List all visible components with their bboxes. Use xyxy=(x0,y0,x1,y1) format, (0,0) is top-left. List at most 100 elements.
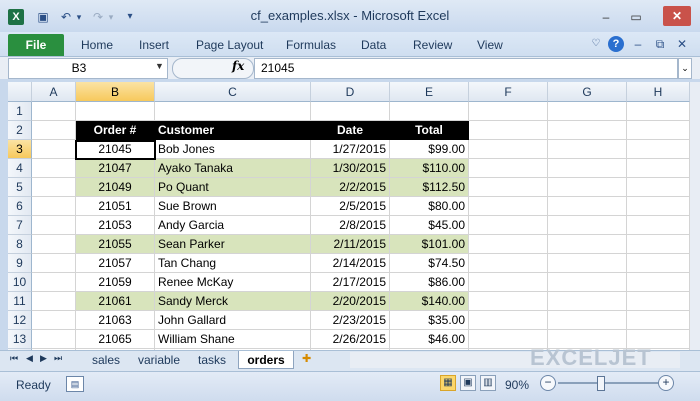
column-header-g[interactable]: G xyxy=(548,82,627,102)
vertical-scrollbar[interactable] xyxy=(690,82,700,350)
table-cell-date[interactable]: 2/5/2015 xyxy=(311,197,390,216)
table-cell-date[interactable]: 2/23/2015 xyxy=(311,311,390,330)
zoom-out-button[interactable]: − xyxy=(540,375,556,391)
column-header-b[interactable]: B xyxy=(76,82,155,102)
grid-cell[interactable] xyxy=(548,121,627,140)
grid-cell[interactable] xyxy=(627,235,690,254)
table-cell-date[interactable]: 2/20/2015 xyxy=(311,292,390,311)
table-cell-total[interactable]: $99.00 xyxy=(390,140,469,159)
grid-cell[interactable] xyxy=(548,159,627,178)
tab-file[interactable]: File xyxy=(8,34,64,56)
row-header-8[interactable]: 8 xyxy=(8,235,32,254)
grid-cell[interactable] xyxy=(311,102,390,121)
table-header-cell[interactable]: Date xyxy=(311,121,390,140)
grid-cell[interactable] xyxy=(32,254,76,273)
workbook-minimize-icon[interactable]: – xyxy=(630,36,646,52)
table-cell-total[interactable]: $35.00 xyxy=(390,311,469,330)
grid-cell[interactable] xyxy=(76,102,155,121)
table-header-cell[interactable]: Customer xyxy=(155,121,311,140)
table-cell-order[interactable]: 21049 xyxy=(76,178,155,197)
worksheet-grid[interactable]: A B C D E F G H 1234567891011121314 Orde… xyxy=(8,82,690,350)
table-cell-total[interactable]: $140.00 xyxy=(390,292,469,311)
grid-cell[interactable] xyxy=(627,197,690,216)
row-header-2[interactable]: 2 xyxy=(8,121,32,140)
table-cell-total[interactable]: $74.50 xyxy=(390,254,469,273)
table-cell-customer[interactable]: Sean Parker xyxy=(155,235,311,254)
table-cell-customer[interactable]: Tan Chang xyxy=(155,254,311,273)
grid-cell[interactable] xyxy=(469,273,548,292)
column-header-e[interactable]: E xyxy=(390,82,469,102)
grid-cell[interactable] xyxy=(32,216,76,235)
table-cell-total[interactable]: $110.00 xyxy=(390,159,469,178)
grid-cell[interactable] xyxy=(627,121,690,140)
sheet-tab-orders[interactable]: orders xyxy=(238,351,294,369)
grid-cell[interactable] xyxy=(627,311,690,330)
row-header-13[interactable]: 13 xyxy=(8,330,32,349)
last-sheet-icon[interactable]: ⏭ xyxy=(54,353,62,364)
table-cell-date[interactable]: 2/2/2015 xyxy=(311,178,390,197)
grid-cell[interactable] xyxy=(627,102,690,121)
row-header-6[interactable]: 6 xyxy=(8,197,32,216)
grid-cell[interactable] xyxy=(469,311,548,330)
zoom-level[interactable]: 90% xyxy=(505,378,529,392)
table-cell-order[interactable]: 21051 xyxy=(76,197,155,216)
zoom-slider-track[interactable] xyxy=(558,382,658,384)
insert-function-icon[interactable]: fx xyxy=(232,59,244,73)
grid-cell[interactable] xyxy=(32,140,76,159)
grid-cell[interactable] xyxy=(469,159,548,178)
grid-cell[interactable] xyxy=(469,178,548,197)
help-icon[interactable]: ? xyxy=(608,36,624,52)
grid-cell[interactable] xyxy=(390,102,469,121)
table-cell-customer[interactable]: Sue Brown xyxy=(155,197,311,216)
tab-formulas[interactable]: Formulas xyxy=(286,37,336,53)
column-header-a[interactable]: A xyxy=(32,82,76,102)
sheet-tab-sales[interactable]: sales xyxy=(84,351,128,369)
first-sheet-icon[interactable]: ⏮ xyxy=(10,353,18,364)
table-cell-order[interactable]: 21063 xyxy=(76,311,155,330)
row-header-11[interactable]: 11 xyxy=(8,292,32,311)
table-cell-total[interactable]: $112.50 xyxy=(390,178,469,197)
grid-cell[interactable] xyxy=(469,216,548,235)
macro-record-icon[interactable]: ▤ xyxy=(66,376,84,392)
grid-cell[interactable] xyxy=(548,235,627,254)
table-cell-date[interactable]: 1/30/2015 xyxy=(311,159,390,178)
grid-cell[interactable] xyxy=(32,159,76,178)
row-header-5[interactable]: 5 xyxy=(8,178,32,197)
normal-view-icon[interactable]: ▦ xyxy=(440,375,456,391)
tab-data[interactable]: Data xyxy=(361,37,386,53)
next-sheet-icon[interactable]: ▶ xyxy=(40,353,47,364)
grid-cell[interactable] xyxy=(627,273,690,292)
row-header-12[interactable]: 12 xyxy=(8,311,32,330)
grid-cell[interactable] xyxy=(32,121,76,140)
chevron-down-icon[interactable]: ▼ xyxy=(155,61,164,71)
table-cell-total[interactable]: $101.00 xyxy=(390,235,469,254)
table-cell-date[interactable]: 2/26/2015 xyxy=(311,330,390,349)
table-cell-order[interactable]: 21059 xyxy=(76,273,155,292)
table-cell-total[interactable]: $86.00 xyxy=(390,273,469,292)
expand-formula-bar-icon[interactable]: ⌄ xyxy=(678,58,692,79)
grid-cell[interactable] xyxy=(548,292,627,311)
grid-cell[interactable] xyxy=(469,102,548,121)
table-cell-total[interactable]: $46.00 xyxy=(390,330,469,349)
grid-cell[interactable] xyxy=(155,102,311,121)
table-cell-customer[interactable]: Renee McKay xyxy=(155,273,311,292)
table-cell-customer[interactable]: Sandy Merck xyxy=(155,292,311,311)
row-header-3[interactable]: 3 xyxy=(8,140,32,159)
grid-cell[interactable] xyxy=(627,159,690,178)
grid-cell[interactable] xyxy=(548,178,627,197)
zoom-in-button[interactable]: + xyxy=(658,375,674,391)
grid-cell[interactable] xyxy=(469,121,548,140)
grid-cell[interactable] xyxy=(627,216,690,235)
sheet-tab-tasks[interactable]: tasks xyxy=(190,351,234,369)
grid-cell[interactable] xyxy=(469,254,548,273)
grid-cell[interactable] xyxy=(469,235,548,254)
table-header-cell[interactable]: Total xyxy=(390,121,469,140)
page-break-view-icon[interactable]: ▥ xyxy=(480,375,496,391)
grid-cell[interactable] xyxy=(32,273,76,292)
column-header-d[interactable]: D xyxy=(311,82,390,102)
restore-button[interactable]: ▭ xyxy=(626,10,646,24)
tab-page-layout[interactable]: Page Layout xyxy=(196,37,263,53)
close-button[interactable]: ✕ xyxy=(663,6,691,26)
row-header-7[interactable]: 7 xyxy=(8,216,32,235)
table-cell-date[interactable]: 2/17/2015 xyxy=(311,273,390,292)
